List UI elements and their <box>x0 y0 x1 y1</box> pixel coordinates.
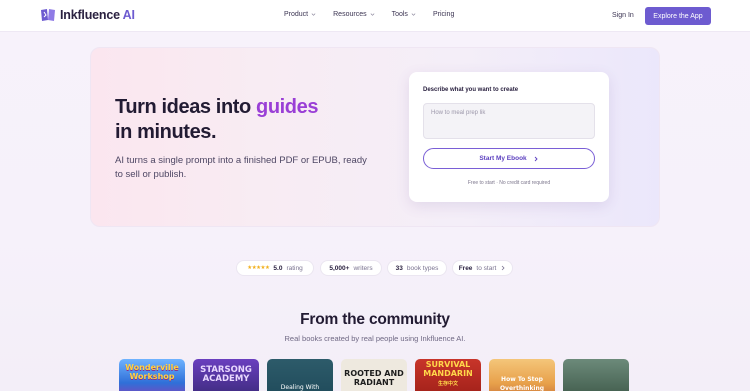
book-cover[interactable]: Wonderville Workshop <box>119 359 185 391</box>
chevron-down-icon <box>370 13 374 16</box>
community-title: From the community <box>300 311 450 328</box>
brand[interactable]: Inkfluence AI <box>40 8 135 22</box>
chevron-right-icon <box>502 265 505 271</box>
hero-title: Turn ideas into guides in minutes. <box>115 96 319 143</box>
book-cover[interactable] <box>563 359 629 391</box>
book-cover[interactable]: STARSONG ACADEMY <box>193 359 259 391</box>
brand-name: Inkfluence AI <box>60 8 135 22</box>
top-nav: Inkfluence AI Product Resources Tools Pr… <box>0 0 750 32</box>
book-gallery: Wonderville Workshop STARSONG ACADEMY De… <box>119 359 629 391</box>
hero-title-accent: guides <box>256 96 319 118</box>
book-logo-icon <box>41 9 55 21</box>
explore-app-button[interactable]: Explore the App <box>645 7 711 25</box>
sign-in-link[interactable]: Sign In <box>612 12 634 19</box>
book-cover[interactable]: SURVIVAL MANDARIN 生存中文 <box>415 359 481 391</box>
chevron-right-icon <box>534 156 538 161</box>
start-ebook-button[interactable]: Start My Ebook <box>423 148 595 169</box>
chevron-down-icon <box>311 13 316 16</box>
menu-item-product[interactable]: Product <box>284 11 316 18</box>
book-cover[interactable]: Dealing With <box>267 359 333 391</box>
hero-subtitle: AI turns a single prompt into a finished… <box>115 155 367 180</box>
community-subtitle: Real books created by real people using … <box>284 334 466 343</box>
form-note: Free to start · No credit card required <box>467 180 551 186</box>
free-to-start-pill[interactable]: Free to start <box>452 260 513 276</box>
prompt-form: Describe what you want to create Start M… <box>409 72 609 202</box>
main-menu: Product Resources Tools Pricing <box>284 11 471 18</box>
star-rating-icon: ★★★★★ <box>247 265 270 271</box>
book-cover[interactable]: ROOTED AND RADIANT <box>341 359 407 391</box>
menu-item-pricing[interactable]: Pricing <box>433 11 454 18</box>
menu-item-resources[interactable]: Resources <box>333 11 374 18</box>
menu-item-tools[interactable]: Tools <box>392 11 416 18</box>
book-types-pill: 33 book types <box>387 260 447 276</box>
book-cover[interactable]: How To Stop Overthinking <box>489 359 555 391</box>
prompt-label: Describe what you want to create <box>423 87 519 93</box>
writers-pill: 5,000+ writers <box>320 260 382 276</box>
prompt-input[interactable] <box>423 103 595 139</box>
chevron-down-icon <box>411 13 416 16</box>
rating-pill: ★★★★★ 5.0 rating <box>236 260 314 276</box>
